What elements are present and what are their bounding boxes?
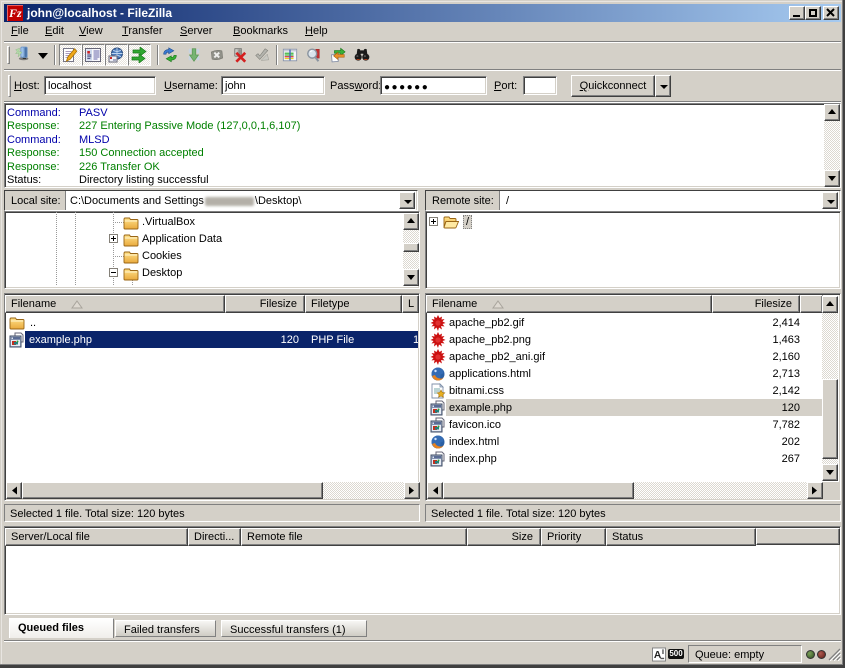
svg-text:Fz: Fz [8,6,22,20]
